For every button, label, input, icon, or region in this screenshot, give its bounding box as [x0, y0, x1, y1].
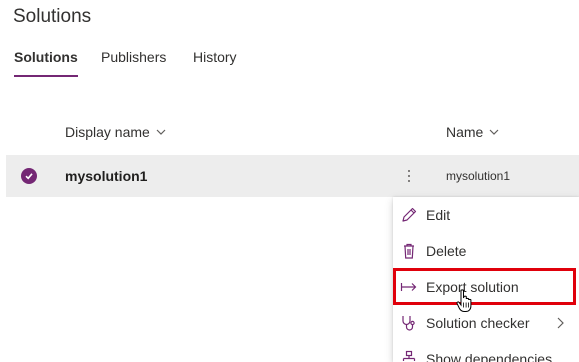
column-header-label: Display name	[65, 124, 150, 140]
stethoscope-icon	[402, 316, 415, 331]
highlight-box	[393, 268, 576, 305]
menu-item-label: Delete	[426, 243, 467, 259]
chevron-right-icon	[557, 317, 564, 329]
menu-item-solution-checker[interactable]: Solution checker	[393, 305, 579, 341]
active-tab-indicator	[14, 75, 78, 77]
row-display-name[interactable]: mysolution1	[65, 168, 147, 184]
tab-label: Solutions	[14, 49, 78, 65]
tab-solutions[interactable]: Solutions	[14, 49, 78, 77]
menu-item-delete[interactable]: Delete	[393, 233, 579, 269]
row-selected-checkmark-icon[interactable]	[21, 168, 37, 184]
tab-label: History	[193, 49, 237, 65]
menu-item-show-dependencies[interactable]: Show dependencies	[393, 341, 579, 362]
column-header-display-name[interactable]: Display name	[65, 124, 166, 140]
page-title: Solutions	[13, 6, 92, 27]
more-options-icon[interactable]	[402, 164, 416, 188]
tab-history[interactable]: History	[193, 49, 237, 65]
menu-item-label: Show dependencies	[426, 351, 553, 362]
menu-item-label: Solution checker	[426, 315, 530, 331]
column-header-name[interactable]: Name	[446, 124, 499, 140]
tab-publishers[interactable]: Publishers	[101, 49, 166, 65]
tab-label: Publishers	[101, 49, 167, 65]
hand-pointer-cursor-icon	[456, 289, 472, 312]
column-header-label: Name	[446, 124, 484, 140]
row-name-value: mysolution1	[446, 169, 511, 183]
chevron-down-icon	[156, 129, 166, 135]
trash-icon	[404, 243, 414, 259]
menu-item-edit[interactable]: Edit	[393, 197, 579, 233]
pencil-icon	[402, 207, 417, 222]
menu-item-label: Edit	[426, 207, 451, 223]
dependency-tree-icon	[402, 350, 416, 361]
chevron-down-icon	[489, 129, 499, 135]
